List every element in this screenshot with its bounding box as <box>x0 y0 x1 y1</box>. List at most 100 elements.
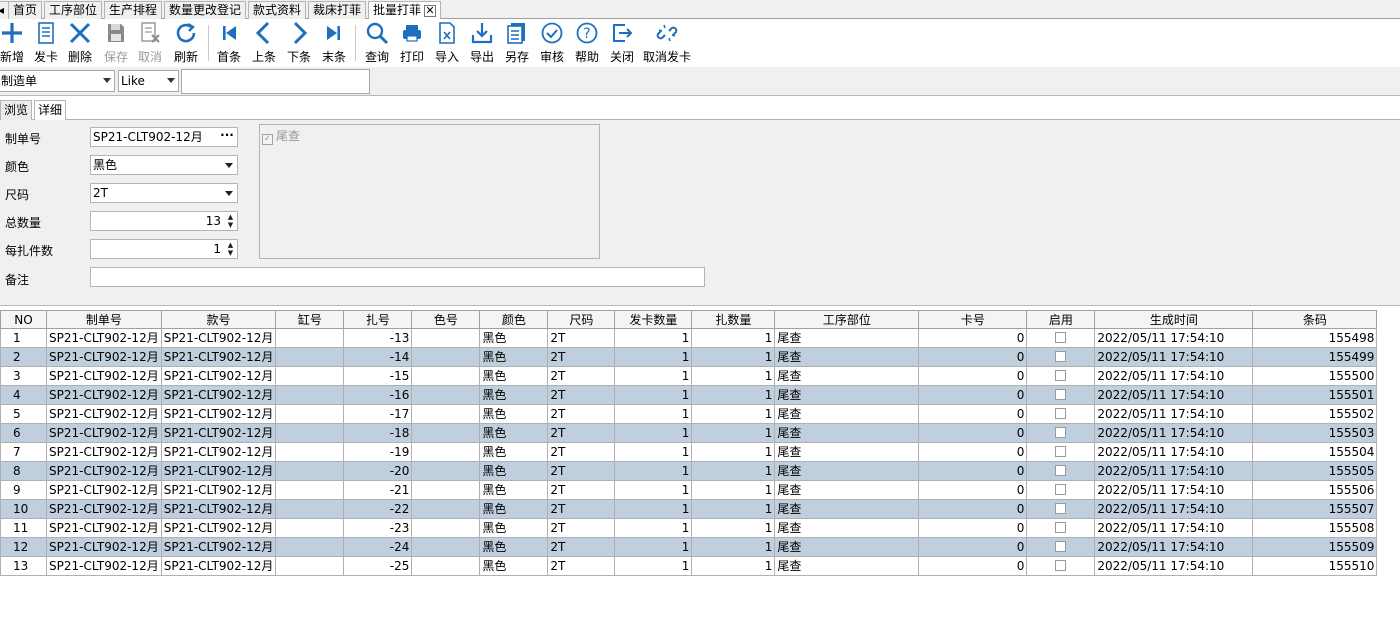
total-quantity-stepper[interactable]: 13 ▲ ▼ <box>90 211 238 231</box>
enabled-checkbox-cell[interactable] <box>1026 366 1096 386</box>
size-select[interactable]: 2T <box>90 183 238 203</box>
table-cell[interactable]: 2022/05/11 17:54:10 <box>1094 480 1254 500</box>
column-header[interactable]: 条码 <box>1252 310 1378 329</box>
table-cell[interactable] <box>411 347 481 367</box>
table-cell[interactable] <box>411 366 481 386</box>
table-cell[interactable]: 12 <box>0 537 47 557</box>
table-cell[interactable]: 1 <box>614 537 693 557</box>
table-cell[interactable] <box>411 556 481 576</box>
enabled-checkbox[interactable] <box>1055 445 1067 457</box>
table-cell[interactable]: 2T <box>547 404 616 424</box>
table-cell[interactable]: 1 <box>691 518 776 538</box>
enabled-checkbox[interactable] <box>1055 426 1067 438</box>
table-row[interactable]: 12 SP21-CLT902-12月 SP21-CLT902-12月 -24 黑色 2T 1… <box>0 537 1378 557</box>
tail-check-checkbox[interactable]: ✓ 尾查 <box>262 127 300 145</box>
order-no-field[interactable]: SP21-CLT902-12月 ··· <box>90 127 238 147</box>
enabled-checkbox-cell[interactable] <box>1026 385 1096 405</box>
table-cell[interactable]: 黑色 <box>479 404 549 424</box>
table-cell[interactable]: 尾查 <box>774 423 920 443</box>
enabled-checkbox-cell[interactable] <box>1026 404 1096 424</box>
column-header[interactable]: NO <box>0 310 47 329</box>
enabled-checkbox-cell[interactable] <box>1026 328 1096 348</box>
table-cell[interactable] <box>275 518 345 538</box>
filter-operator-select[interactable]: Like <box>118 70 179 92</box>
table-cell[interactable]: 2022/05/11 17:54:10 <box>1094 537 1254 557</box>
table-cell[interactable]: SP21-CLT902-12月 <box>46 499 162 519</box>
ellipsis-icon[interactable]: ··· <box>217 128 237 146</box>
spin-arrows-icon[interactable]: ▲ ▼ <box>225 241 236 257</box>
table-cell[interactable]: SP21-CLT902-12月 <box>46 518 162 538</box>
table-cell[interactable]: SP21-CLT902-12月 <box>46 480 162 500</box>
table-cell[interactable]: SP21-CLT902-12月 <box>160 404 277 424</box>
enabled-checkbox[interactable] <box>1055 483 1067 495</box>
spin-arrows-icon[interactable]: ▲ ▼ <box>225 213 236 229</box>
table-row[interactable]: 11 SP21-CLT902-12月 SP21-CLT902-12月 -23 黑色 2T 1… <box>0 518 1378 538</box>
table-cell[interactable]: 1 <box>614 556 693 576</box>
table-cell[interactable]: 1 <box>691 366 776 386</box>
table-cell[interactable]: 2022/05/11 17:54:10 <box>1094 404 1254 424</box>
table-cell[interactable] <box>275 480 345 500</box>
table-cell[interactable]: 尾查 <box>774 537 920 557</box>
remark-field[interactable] <box>90 267 705 287</box>
table-cell[interactable]: 黑色 <box>479 347 549 367</box>
table-cell[interactable]: 黑色 <box>479 556 549 576</box>
table-cell[interactable] <box>411 385 481 405</box>
enabled-checkbox-cell[interactable] <box>1026 442 1096 462</box>
table-cell[interactable]: 155509 <box>1252 537 1378 557</box>
table-cell[interactable]: 3 <box>0 366 47 386</box>
table-cell[interactable]: SP21-CLT902-12月 <box>160 556 277 576</box>
column-header[interactable]: 尺码 <box>547 310 616 329</box>
table-cell[interactable]: 10 <box>0 499 47 519</box>
table-cell[interactable]: 1 <box>614 328 693 348</box>
table-cell[interactable]: 9 <box>0 480 47 500</box>
enabled-checkbox-cell[interactable] <box>1026 518 1096 538</box>
table-cell[interactable]: 2T <box>547 480 616 500</box>
table-cell[interactable] <box>275 537 345 557</box>
enabled-checkbox[interactable] <box>1055 350 1067 362</box>
table-cell[interactable]: 尾查 <box>774 518 920 538</box>
next-record-button[interactable]: 下条 <box>284 21 314 65</box>
last-record-button[interactable]: 末条 <box>319 21 349 65</box>
column-header[interactable]: 扎号 <box>343 310 413 329</box>
table-cell[interactable]: SP21-CLT902-12月 <box>160 385 277 405</box>
enabled-checkbox[interactable] <box>1055 331 1067 343</box>
table-cell[interactable]: 黑色 <box>479 366 549 386</box>
column-header[interactable]: 颜色 <box>479 310 549 329</box>
close-button[interactable]: 关闭 <box>607 21 637 65</box>
table-cell[interactable]: 尾查 <box>774 328 920 348</box>
tab-home[interactable]: 首页 <box>8 1 43 19</box>
column-header[interactable]: 工序部位 <box>774 310 920 329</box>
color-select[interactable]: 黑色 <box>90 155 238 175</box>
table-cell[interactable]: 155505 <box>1252 461 1378 481</box>
table-cell[interactable]: 1 <box>614 347 693 367</box>
new-button[interactable]: 新增 <box>0 21 24 65</box>
table-cell[interactable]: 2022/05/11 17:54:10 <box>1094 499 1254 519</box>
table-cell[interactable]: -15 <box>343 366 413 386</box>
table-cell[interactable]: SP21-CLT902-12月 <box>46 385 162 405</box>
table-row[interactable]: 1 SP21-CLT902-12月 SP21-CLT902-12月 -13 黑色 2T 1 1… <box>0 328 1378 348</box>
tab-quantity-change[interactable]: 数量更改登记 <box>164 1 247 19</box>
column-header[interactable]: 卡号 <box>918 310 1028 329</box>
table-cell[interactable]: 1 <box>691 347 776 367</box>
enabled-checkbox-cell[interactable] <box>1026 423 1096 443</box>
column-header[interactable]: 扎数量 <box>691 310 776 329</box>
table-cell[interactable]: 1 <box>614 366 693 386</box>
table-cell[interactable]: 7 <box>0 442 47 462</box>
table-cell[interactable]: 0 <box>918 442 1028 462</box>
close-icon[interactable]: ✕ <box>424 5 437 17</box>
table-cell[interactable]: -14 <box>343 347 413 367</box>
table-cell[interactable]: 黑色 <box>479 461 549 481</box>
table-cell[interactable] <box>275 556 345 576</box>
table-row[interactable]: 2 SP21-CLT902-12月 SP21-CLT902-12月 -14 黑色 2T 1 1… <box>0 347 1378 367</box>
table-cell[interactable]: -19 <box>343 442 413 462</box>
table-cell[interactable] <box>411 328 481 348</box>
table-cell[interactable] <box>411 442 481 462</box>
table-cell[interactable] <box>275 366 345 386</box>
table-cell[interactable]: 2022/05/11 17:54:10 <box>1094 461 1254 481</box>
enabled-checkbox[interactable] <box>1055 369 1067 381</box>
table-cell[interactable]: 6 <box>0 423 47 443</box>
enabled-checkbox-cell[interactable] <box>1026 499 1096 519</box>
table-cell[interactable]: 1 <box>691 423 776 443</box>
table-cell[interactable]: SP21-CLT902-12月 <box>46 461 162 481</box>
table-cell[interactable]: 黑色 <box>479 385 549 405</box>
